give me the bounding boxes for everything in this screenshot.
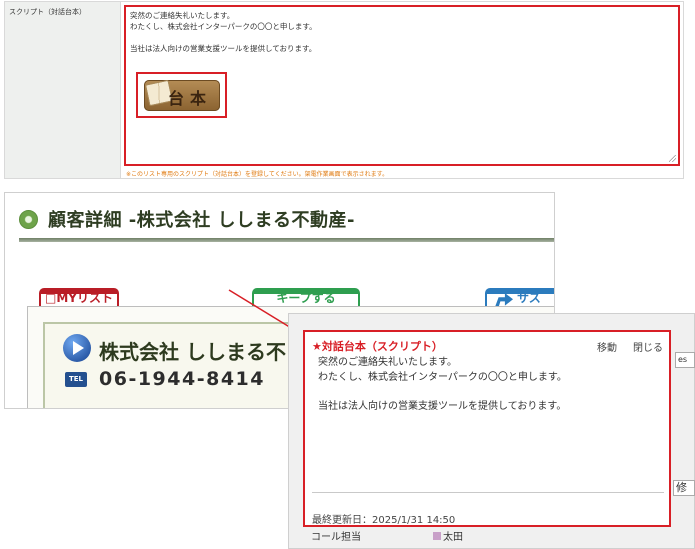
page-title: 顧客詳細 -株式会社 ししまる不動産- <box>48 210 355 231</box>
close-button[interactable]: 閉じる <box>633 339 663 354</box>
green-circle-icon <box>19 209 38 229</box>
popup-line: 突然のご連絡失礼いたします。 <box>318 357 457 368</box>
tab-keep[interactable]: キープする <box>252 288 360 307</box>
move-button[interactable]: 移動 <box>597 339 617 354</box>
tab-sas[interactable]: サス <box>485 288 554 307</box>
daihon-highlight: 台本 <box>136 72 227 118</box>
detail-header: 顧客詳細 -株式会社 ししまる不動産- <box>19 206 355 232</box>
script-popup: ★対話台本（スクリプト） 移動 閉じる 突然のご連絡失礼いたします。 わたくし、… <box>303 330 671 527</box>
popup-divider <box>312 492 664 493</box>
company-name: 株式会社 ししまる不 <box>99 340 286 364</box>
call-owner-label: コール担当 <box>311 532 361 543</box>
script-line: 当社は法人向けの営業支援ツールを提供しております。 <box>130 44 317 53</box>
popup-title: ★対話台本（スクリプト） <box>312 340 443 353</box>
header-divider <box>19 238 554 242</box>
script-form-row: スクリプト（対話台本） 突然のご連絡失礼いたします。 わたくし、株式会社インター… <box>4 1 684 179</box>
tel-icon: TEL <box>65 372 87 387</box>
call-owner-value: 太田 <box>443 532 463 543</box>
tab-accent <box>487 290 554 294</box>
share-arrow-icon <box>495 293 513 307</box>
tab-mylist[interactable]: □MYリスト <box>39 288 119 307</box>
owner-color-icon <box>433 532 441 540</box>
tel-number[interactable]: 06-1944-8414 <box>99 368 265 390</box>
tab-accent <box>254 290 358 294</box>
resize-grip-icon[interactable] <box>669 155 676 162</box>
play-icon[interactable] <box>63 334 91 362</box>
daihon-button-label: 台本 <box>168 89 213 108</box>
side-tab[interactable]: es <box>675 352 695 368</box>
last-updated: 最終更新日：2025/1/31 14:50 <box>312 515 456 526</box>
tab-accent <box>41 290 117 294</box>
daihon-button[interactable]: 台本 <box>144 79 220 111</box>
popup-script-body: 突然のご連絡失礼いたします。 わたくし、株式会社インターパークの〇〇と申します。… <box>318 356 663 414</box>
popup-line: わたくし、株式会社インターパークの〇〇と申します。 <box>318 371 567 383</box>
script-field-note: ※このリスト専用のスクリプト（対話台本）を登録してください。架電作業画面で表示さ… <box>126 171 389 178</box>
popup-line <box>318 385 663 400</box>
script-line: わたくし、株式会社インターパークの〇〇と申します。 <box>130 22 317 31</box>
script-line <box>130 32 674 43</box>
side-edit-button[interactable]: 修 <box>673 480 695 496</box>
script-field-label: スクリプト（対話台本） <box>5 2 121 178</box>
script-line: 突然のご連絡失礼いたします。 <box>130 11 235 20</box>
call-owner-row: コール担当 太田 <box>311 528 463 543</box>
popup-line: 当社は法人向けの営業支援ツールを提供しております。 <box>318 400 567 412</box>
